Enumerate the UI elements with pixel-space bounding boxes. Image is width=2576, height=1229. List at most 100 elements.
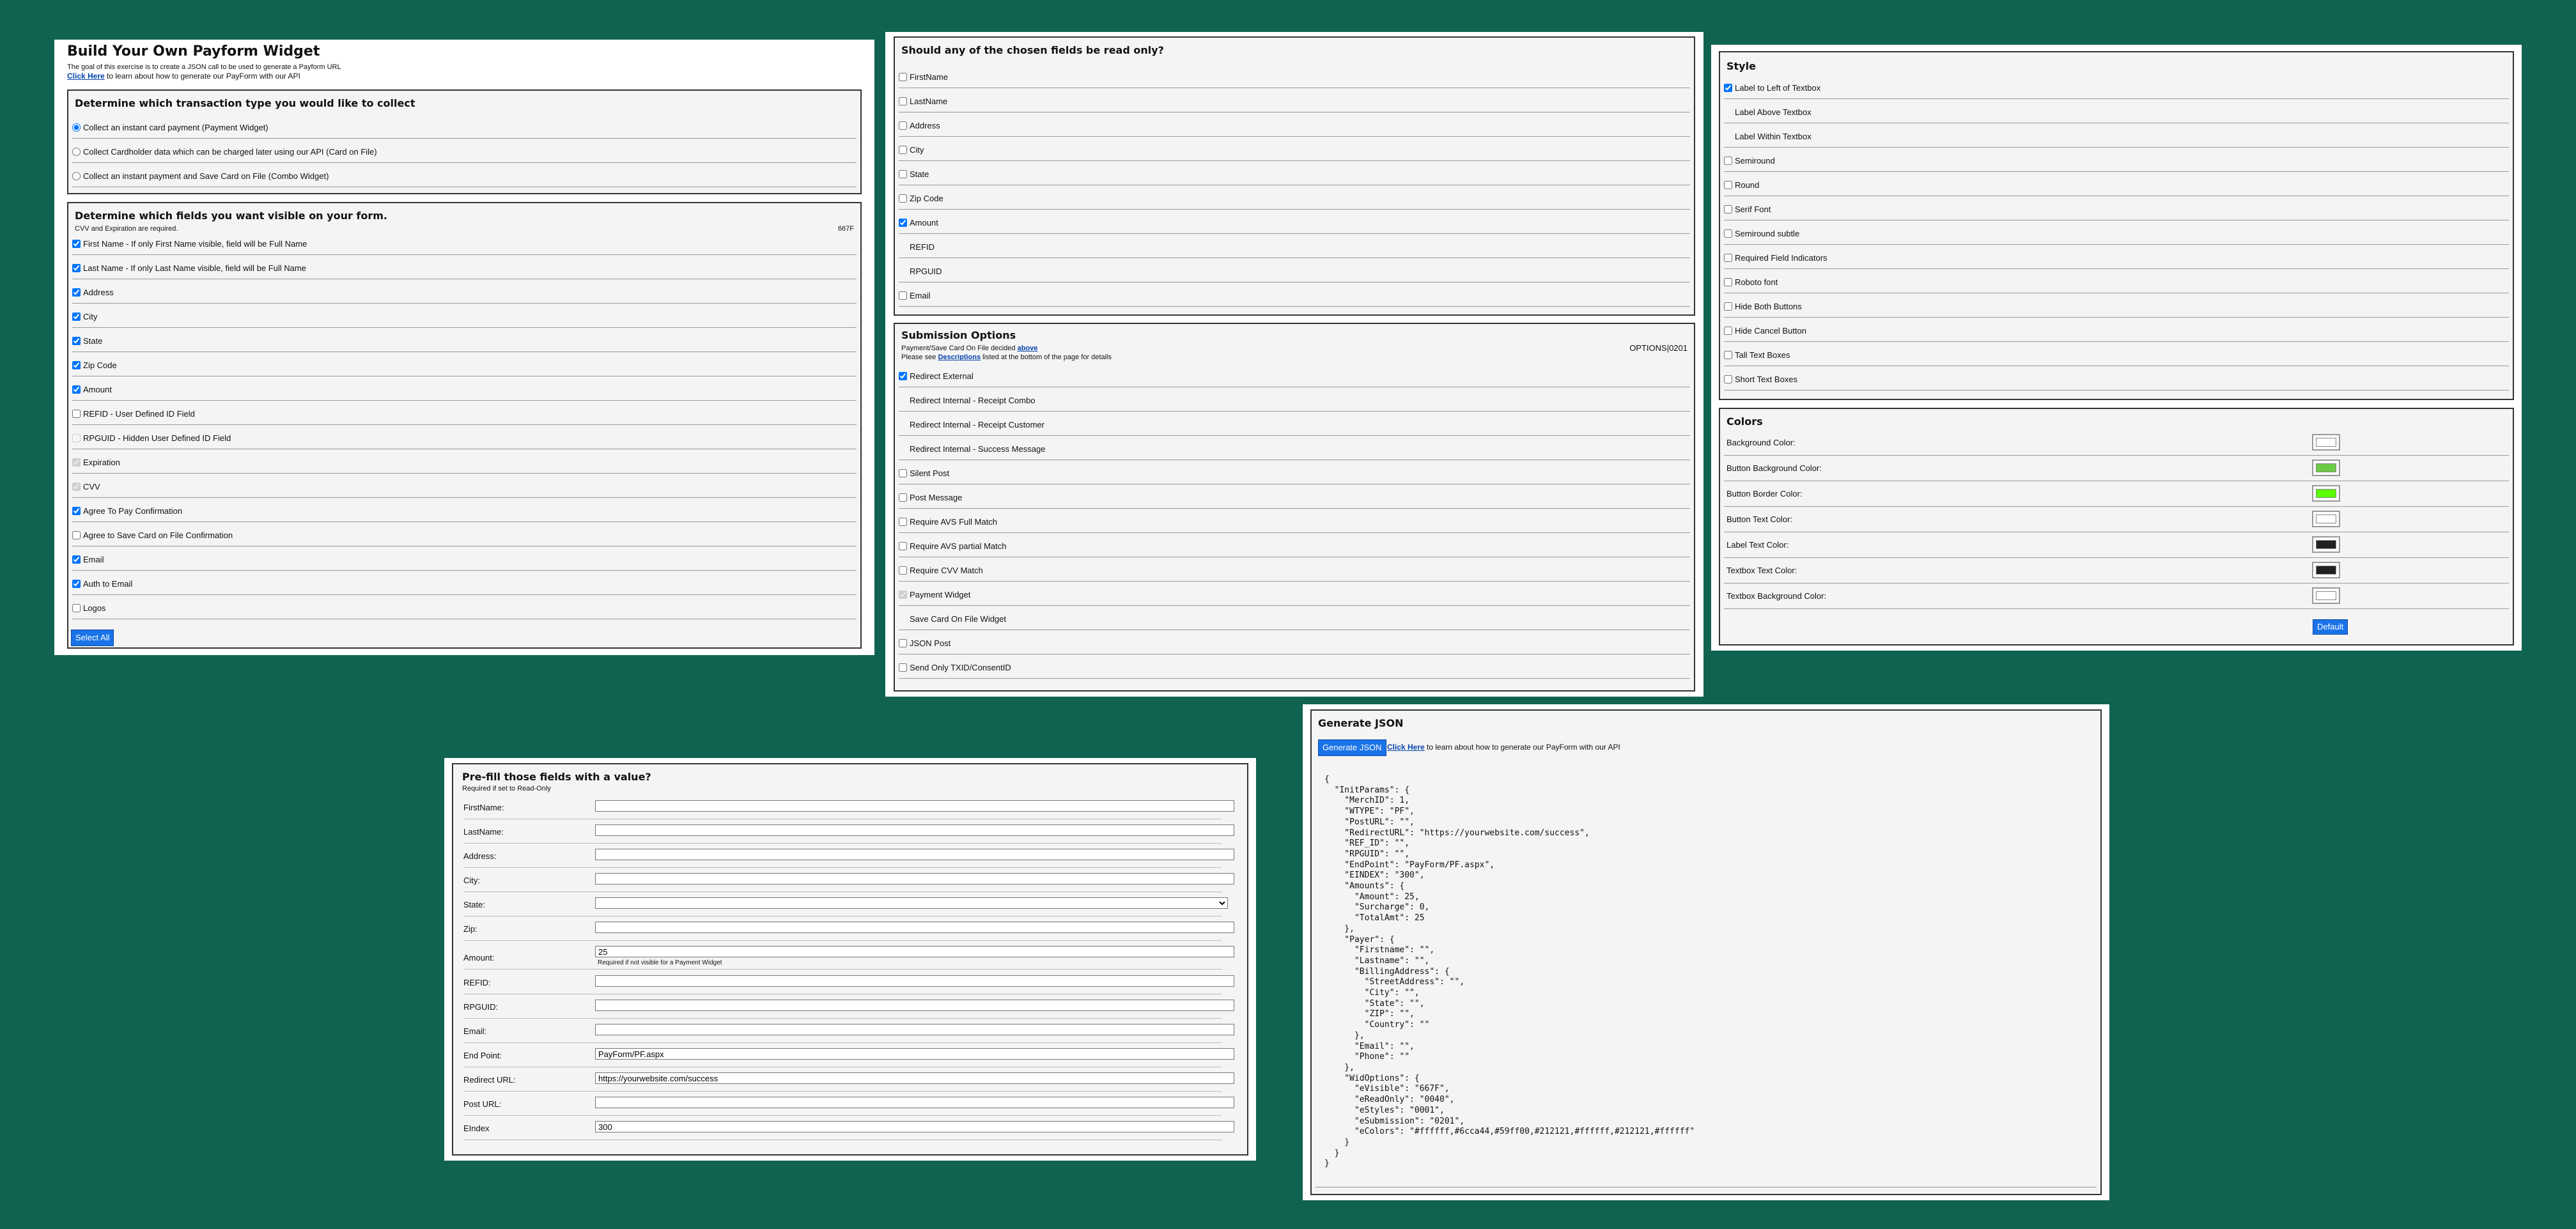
ro-option[interactable]: Zip Code: [899, 187, 1690, 210]
option-checkbox[interactable]: [1724, 180, 1732, 189]
style-option[interactable]: Short Text Boxes: [1724, 368, 2509, 390]
vis-option[interactable]: Email: [72, 548, 857, 571]
style-option[interactable]: Semiround subtle: [1724, 222, 2509, 245]
option-checkbox[interactable]: [899, 291, 907, 300]
vis-option[interactable]: Auth to Email: [72, 573, 857, 595]
color-picker[interactable]: [2312, 587, 2340, 604]
sub-option[interactable]: Send Only TXID/ConsentID: [899, 656, 1690, 679]
option-checkbox[interactable]: [1724, 375, 1732, 383]
option-checkbox[interactable]: [899, 218, 907, 227]
option-checkbox[interactable]: [899, 121, 907, 130]
sub-option[interactable]: Redirect External: [899, 365, 1690, 387]
vis-option[interactable]: Last Name - If only Last Name visible, f…: [72, 257, 857, 279]
ro-option[interactable]: Amount: [899, 212, 1690, 234]
option-checkbox[interactable]: [1724, 326, 1732, 335]
prefill-input[interactable]: [595, 824, 1234, 836]
color-picker[interactable]: [2312, 460, 2340, 476]
sub-option[interactable]: Post Message: [899, 486, 1690, 509]
option-checkbox[interactable]: [72, 409, 81, 418]
ro-option[interactable]: FirstName: [899, 66, 1690, 88]
api-help-link[interactable]: Click Here: [67, 72, 105, 81]
sub-option[interactable]: Silent Post: [899, 462, 1690, 484]
style-option[interactable]: Roboto font: [1724, 271, 2509, 293]
prefill-input[interactable]: [595, 800, 1234, 812]
state-select[interactable]: [595, 897, 1228, 909]
option-checkbox[interactable]: [899, 517, 907, 526]
style-option[interactable]: Serif Font: [1724, 198, 2509, 220]
color-picker[interactable]: [2312, 536, 2340, 553]
color-picker[interactable]: [2312, 485, 2340, 502]
option-checkbox[interactable]: [72, 579, 81, 588]
vis-option[interactable]: State: [72, 330, 857, 352]
style-option[interactable]: Round: [1724, 174, 2509, 196]
prefill-input[interactable]: [595, 1072, 1234, 1084]
prefill-input[interactable]: [595, 1024, 1234, 1035]
option-checkbox[interactable]: [899, 468, 907, 477]
descriptions-link[interactable]: Descriptions: [938, 353, 981, 361]
vis-option[interactable]: Logos: [72, 597, 857, 619]
option-checkbox[interactable]: [72, 555, 81, 564]
option-checkbox[interactable]: [72, 603, 81, 612]
prefill-input[interactable]: [595, 975, 1234, 987]
style-option[interactable]: Hide Both Buttons: [1724, 295, 2509, 318]
prefill-input[interactable]: [595, 849, 1234, 860]
option-checkbox[interactable]: [72, 530, 81, 539]
vis-option[interactable]: REFID - User Defined ID Field: [72, 403, 857, 425]
color-picker[interactable]: [2312, 562, 2340, 578]
option-checkbox[interactable]: [899, 145, 907, 154]
option-checkbox[interactable]: [72, 263, 81, 272]
select-all-button[interactable]: Select All: [71, 630, 114, 646]
ro-option[interactable]: City: [899, 139, 1690, 161]
style-option[interactable]: Hide Cancel Button: [1724, 320, 2509, 342]
option-checkbox[interactable]: [1724, 156, 1732, 165]
prefill-input[interactable]: [595, 1097, 1234, 1108]
ro-option[interactable]: Address: [899, 114, 1690, 137]
sub-option[interactable]: Require AVS partial Match: [899, 535, 1690, 557]
option-checkbox[interactable]: [899, 663, 907, 672]
ro-option[interactable]: Email: [899, 284, 1690, 307]
option-checkbox[interactable]: [72, 336, 81, 345]
style-option[interactable]: Tall Text Boxes: [1724, 344, 2509, 366]
prefill-input[interactable]: [595, 922, 1234, 933]
vis-option[interactable]: City: [72, 305, 857, 328]
option-checkbox[interactable]: [72, 312, 81, 321]
generate-json-button[interactable]: Generate JSON: [1318, 739, 1386, 756]
option-checkbox[interactable]: [899, 194, 907, 203]
option-checkbox[interactable]: [72, 506, 81, 515]
option-checkbox[interactable]: [1724, 83, 1732, 92]
sub-option[interactable]: JSON Post: [899, 632, 1690, 654]
option-checkbox[interactable]: [899, 566, 907, 575]
ro-option[interactable]: LastName: [899, 90, 1690, 112]
sub-option[interactable]: Require AVS Full Match: [899, 511, 1690, 533]
default-colors-button[interactable]: Default: [2313, 619, 2348, 635]
option-checkbox[interactable]: [1724, 350, 1732, 359]
option-checkbox[interactable]: [72, 360, 81, 369]
option-checkbox[interactable]: [1724, 253, 1732, 262]
vis-option[interactable]: Address: [72, 281, 857, 304]
option-checkbox[interactable]: [899, 371, 907, 380]
prefill-input[interactable]: [595, 946, 1234, 957]
vis-option[interactable]: First Name - If only First Name visible,…: [72, 233, 857, 255]
color-picker[interactable]: [2312, 434, 2340, 451]
above-link[interactable]: above: [1018, 344, 1038, 352]
option-checkbox[interactable]: [1724, 277, 1732, 286]
prefill-input[interactable]: [595, 1048, 1234, 1060]
option-checkbox[interactable]: [72, 385, 81, 394]
prefill-input[interactable]: [595, 873, 1234, 885]
option-checkbox[interactable]: [1724, 205, 1732, 213]
color-picker[interactable]: [2312, 511, 2340, 527]
style-option[interactable]: Semiround: [1724, 150, 2509, 172]
option-checkbox[interactable]: [72, 239, 81, 248]
option-checkbox[interactable]: [1724, 229, 1732, 238]
generate-help-link[interactable]: Click Here: [1387, 743, 1425, 752]
prefill-input[interactable]: [595, 1000, 1234, 1011]
option-checkbox[interactable]: [899, 541, 907, 550]
vis-option[interactable]: Amount: [72, 378, 857, 401]
option-checkbox[interactable]: [1724, 302, 1732, 311]
ro-option[interactable]: State: [899, 163, 1690, 185]
style-option[interactable]: Label to Left of Textbox: [1724, 77, 2509, 99]
option-checkbox[interactable]: [899, 638, 907, 647]
prefill-input[interactable]: [595, 1121, 1234, 1132]
vis-option[interactable]: Agree To Pay Confirmation: [72, 500, 857, 522]
option-checkbox[interactable]: [72, 288, 81, 297]
